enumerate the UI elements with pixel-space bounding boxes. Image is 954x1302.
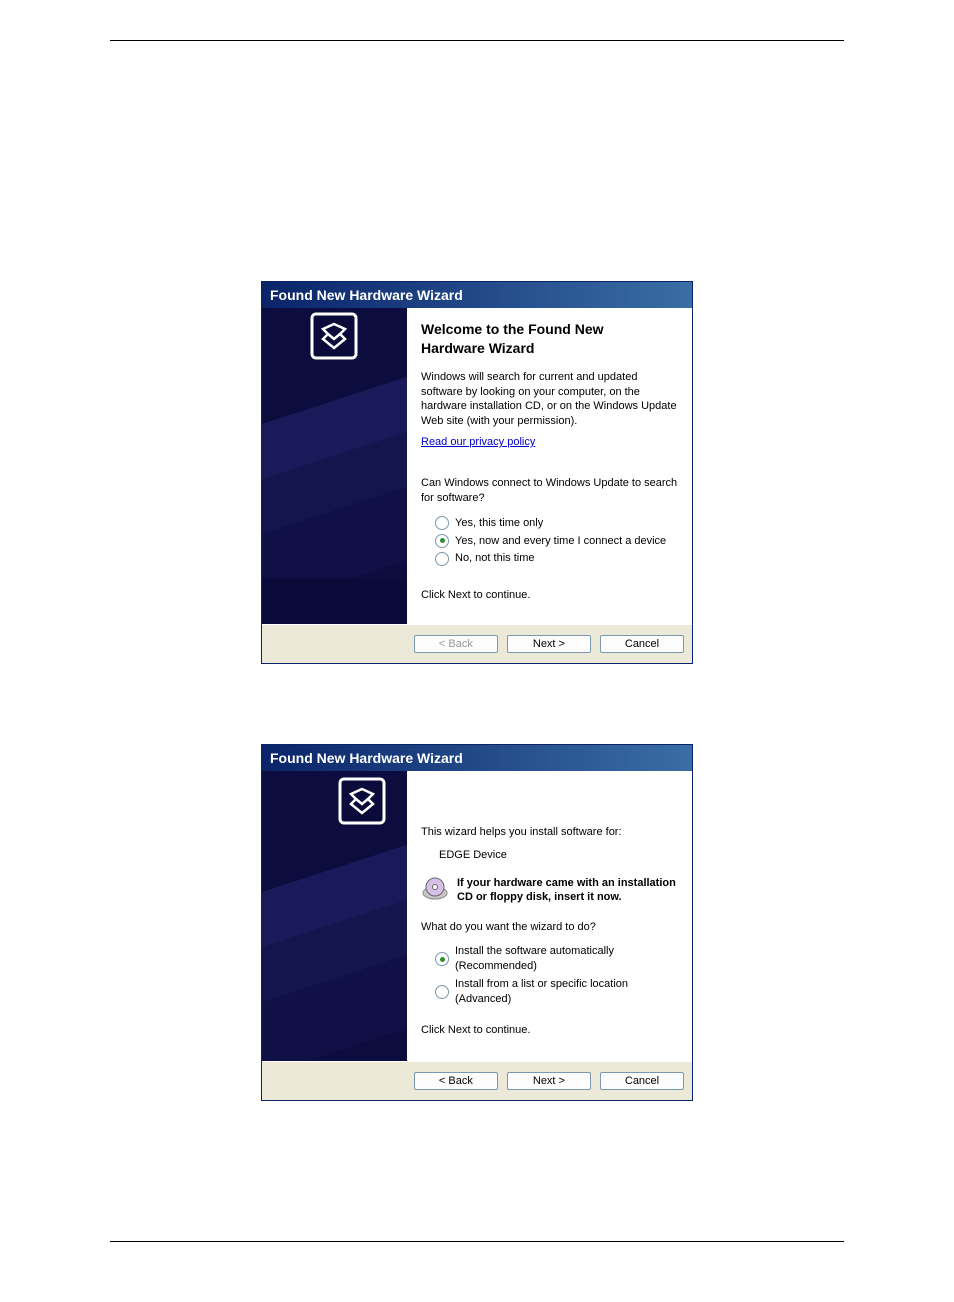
wizard-heading: Welcome to the Found New Hardware Wizard bbox=[421, 320, 678, 358]
radio-option-auto[interactable]: Install the software automatically (Reco… bbox=[435, 944, 678, 974]
radio-icon bbox=[435, 985, 449, 999]
radio-option-advanced[interactable]: Install from a list or specific location… bbox=[435, 977, 678, 1007]
back-button[interactable]: < Back bbox=[414, 1072, 498, 1090]
cd-hint-text: If your hardware came with an installati… bbox=[457, 877, 678, 905]
back-button: < Back bbox=[414, 635, 498, 653]
device-name: EDGE Device bbox=[439, 848, 678, 863]
next-button[interactable]: Next > bbox=[507, 1072, 591, 1090]
intro-text: This wizard helps you install software f… bbox=[421, 825, 678, 840]
titlebar: Found New Hardware Wizard bbox=[262, 282, 692, 308]
radio-option-yes-once[interactable]: Yes, this time only bbox=[435, 516, 678, 531]
wizard-sidebar-graphic bbox=[262, 308, 407, 624]
radio-icon bbox=[435, 516, 449, 530]
titlebar: Found New Hardware Wizard bbox=[262, 745, 692, 771]
question-text: What do you want the wizard to do? bbox=[421, 920, 678, 935]
radio-option-no[interactable]: No, not this time bbox=[435, 551, 678, 566]
continue-hint: Click Next to continue. bbox=[421, 1023, 678, 1038]
privacy-policy-link[interactable]: Read our privacy policy bbox=[421, 436, 535, 448]
cd-icon bbox=[421, 877, 449, 906]
radio-icon bbox=[435, 534, 449, 548]
wizard-dialog-1: Found New Hardware Wizard bbox=[261, 281, 693, 664]
next-button[interactable]: Next > bbox=[507, 635, 591, 653]
cancel-button[interactable]: Cancel bbox=[600, 635, 684, 653]
cancel-button[interactable]: Cancel bbox=[600, 1072, 684, 1090]
radio-icon bbox=[435, 952, 449, 966]
wizard-sidebar-graphic bbox=[262, 771, 407, 1061]
top-rule bbox=[110, 40, 844, 41]
continue-hint: Click Next to continue. bbox=[421, 588, 678, 603]
radio-icon bbox=[435, 552, 449, 566]
bottom-rule bbox=[110, 1241, 844, 1242]
question-text: Can Windows connect to Windows Update to… bbox=[421, 476, 678, 506]
wizard-dialog-2: Found New Hardware Wizard bbox=[261, 744, 693, 1101]
radio-option-yes-always[interactable]: Yes, now and every time I connect a devi… bbox=[435, 534, 678, 549]
intro-text: Windows will search for current and upda… bbox=[421, 370, 678, 429]
